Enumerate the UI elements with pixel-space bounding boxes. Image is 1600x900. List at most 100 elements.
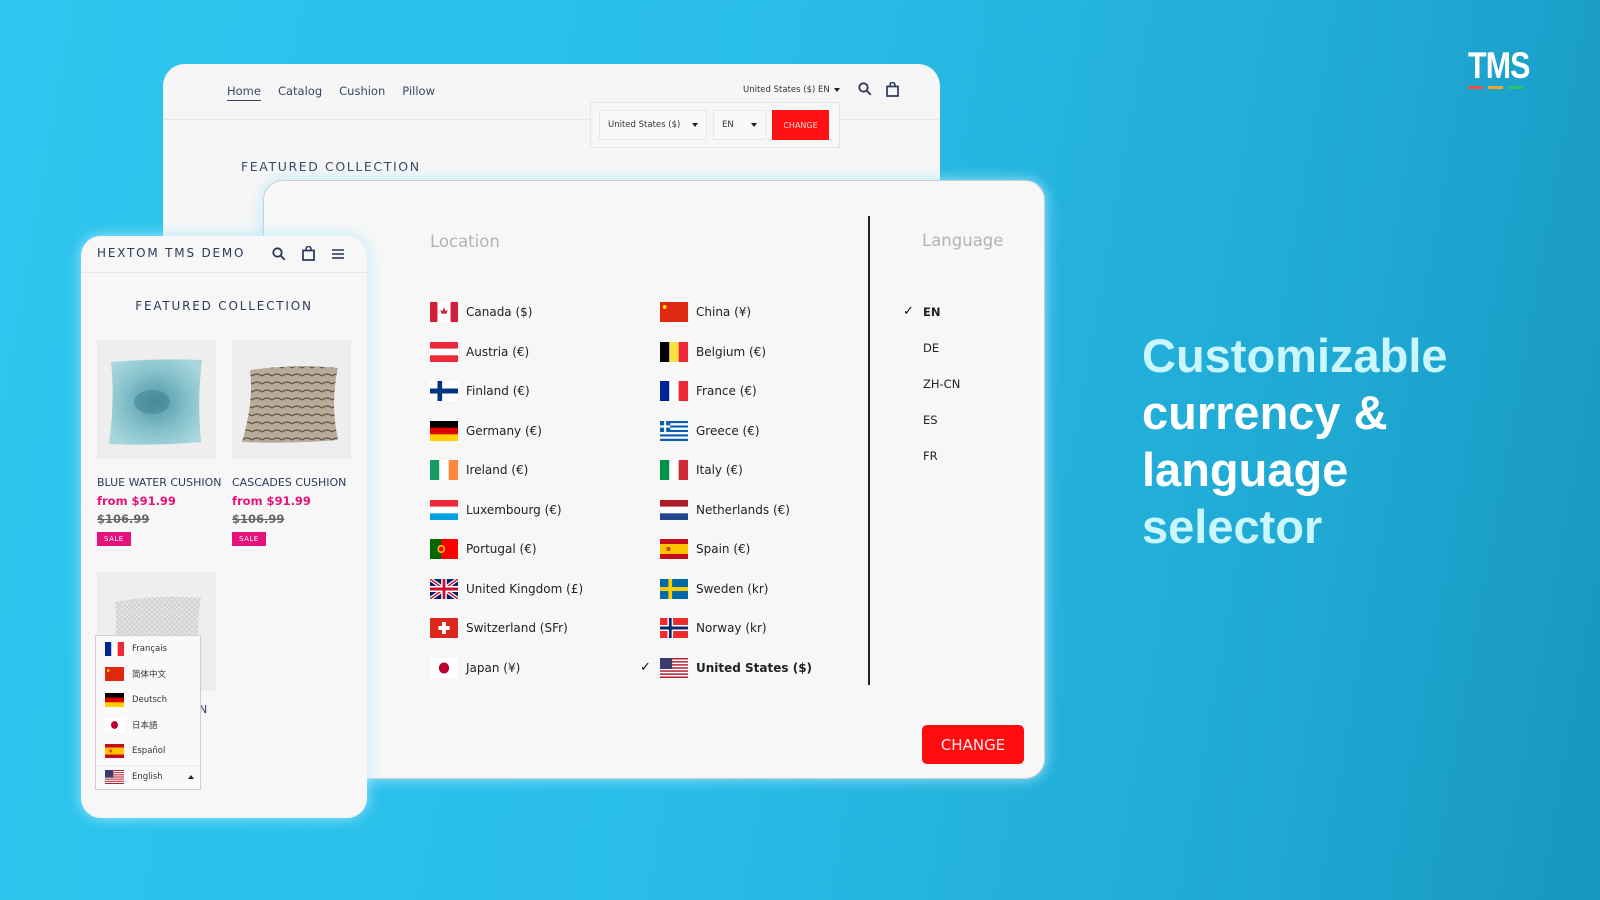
- country-option[interactable]: Japan (¥): [430, 657, 520, 678]
- product-image-blue-water[interactable]: [97, 340, 216, 459]
- language-option-label: 简体中文: [132, 670, 167, 681]
- language-option[interactable]: ES: [923, 413, 938, 427]
- country-label: France (€): [696, 384, 757, 398]
- country-option[interactable]: China (¥): [660, 302, 751, 322]
- language-option-label: 日本語: [132, 721, 158, 732]
- nav-pillow[interactable]: Pillow: [402, 84, 435, 101]
- flag-gr-icon: [660, 420, 688, 441]
- flag-ch-icon: [430, 618, 458, 638]
- language-dropdown-option[interactable]: 日本語: [105, 718, 200, 733]
- country-option[interactable]: Canada ($): [430, 302, 532, 322]
- country-option[interactable]: Switzerland (SFr): [430, 618, 568, 638]
- country-option[interactable]: Ireland (€): [430, 460, 528, 480]
- mobile-header-divider: [81, 272, 367, 273]
- flag-gb-icon: [430, 578, 458, 599]
- search-icon[interactable]: [272, 246, 286, 261]
- country-label: Luxembourg (€): [466, 502, 562, 517]
- mobile-header-icons: [272, 246, 345, 261]
- flag-us-icon: [660, 657, 688, 678]
- language-option[interactable]: ZH-CN: [923, 377, 960, 391]
- featured-collection-title: FEATURED COLLECTION: [241, 159, 421, 174]
- selected-check-icon: ✓: [640, 659, 651, 675]
- change-button[interactable]: CHANGE: [922, 725, 1024, 764]
- country-option[interactable]: Luxembourg (€): [430, 499, 562, 520]
- language-dropdown-current[interactable]: English: [96, 765, 200, 784]
- cart-bag-icon[interactable]: [302, 246, 315, 261]
- selector-label: United States ($) EN: [743, 85, 830, 95]
- language-option[interactable]: DE: [923, 341, 939, 355]
- product-image-cascades[interactable]: [232, 340, 351, 459]
- main-nav: Home Catalog Cushion Pillow: [227, 84, 435, 101]
- country-option[interactable]: France (€): [660, 381, 757, 401]
- language-dropdown-option[interactable]: Español: [105, 743, 200, 758]
- country-label: Finland (€): [466, 384, 530, 398]
- currency-language-modal: Location Language Canada ($) China (¥) Aus…: [263, 180, 1045, 779]
- flag-cn-icon: [105, 667, 124, 682]
- country-label: Belgium (€): [696, 344, 767, 359]
- country-option[interactable]: Finland (€): [430, 381, 530, 401]
- product-card[interactable]: BLUE WATER CUSHION from $91.99 $106.99 S…: [97, 340, 222, 546]
- country-label: Germany (€): [466, 423, 542, 438]
- language-dropdown-option[interactable]: 简体中文: [105, 667, 200, 682]
- nav-catalog[interactable]: Catalog: [278, 84, 322, 101]
- flag-fi-icon: [430, 381, 458, 401]
- search-icon[interactable]: [858, 82, 872, 96]
- flag-lu-icon: [430, 499, 458, 520]
- flag-es-icon: [105, 743, 124, 758]
- logo-text: TMS: [1468, 45, 1530, 86]
- headline: Customizable currency & language selecto…: [1142, 327, 1448, 555]
- tms-logo: TMS: [1468, 47, 1543, 89]
- store-brand: HEXTOM TMS DEMO: [97, 246, 246, 260]
- language-dropdown-option[interactable]: Français: [105, 642, 200, 656]
- logo-bar-orange: [1488, 86, 1503, 89]
- language-title: Language: [922, 231, 1004, 250]
- country-option[interactable]: Germany (€): [430, 420, 542, 441]
- nav-cushion[interactable]: Cushion: [339, 84, 385, 101]
- language-option[interactable]: EN: [923, 305, 940, 319]
- cart-bag-icon[interactable]: [886, 82, 899, 97]
- country-label: Netherlands (€): [696, 502, 790, 517]
- flag-us-icon: [105, 770, 124, 784]
- country-option[interactable]: Belgium (€): [660, 341, 767, 362]
- language-select[interactable]: EN: [713, 110, 766, 140]
- language-dropdown-option[interactable]: Deutsch: [105, 692, 200, 707]
- product-name[interactable]: CASCADES CUSHION: [232, 476, 352, 489]
- column-divider: [868, 216, 870, 685]
- country-select[interactable]: United States ($): [599, 110, 707, 140]
- hamburger-menu-icon[interactable]: [331, 248, 345, 260]
- country-option[interactable]: Netherlands (€): [660, 499, 790, 520]
- country-label: Italy (€): [696, 463, 743, 477]
- product-original-price: $106.99: [232, 512, 285, 526]
- language-select-value: EN: [722, 120, 734, 130]
- country-option[interactable]: United States ($): [660, 657, 812, 678]
- flag-be-icon: [660, 341, 688, 362]
- country-option[interactable]: Italy (€): [660, 460, 743, 480]
- country-label: Austria (€): [466, 344, 530, 359]
- country-option[interactable]: Spain (€): [660, 539, 750, 559]
- nav-home[interactable]: Home: [227, 84, 261, 101]
- currency-language-toggle[interactable]: United States ($) EN: [743, 85, 840, 95]
- header-icons: [858, 82, 899, 97]
- flag-nl-icon: [660, 499, 688, 520]
- caret-down-icon: [833, 88, 840, 92]
- product-card[interactable]: CASCADES CUSHION from $91.99 $106.99 SAL…: [232, 340, 352, 546]
- country-option[interactable]: Greece (€): [660, 420, 760, 441]
- flag-ie-icon: [430, 460, 458, 480]
- flag-se-icon: [660, 578, 688, 599]
- country-option[interactable]: United Kingdom (£): [430, 578, 583, 599]
- popover-change-button[interactable]: CHANGE: [772, 110, 829, 140]
- language-option-label: Español: [132, 745, 166, 756]
- caret-up-icon: [188, 775, 194, 779]
- product-name[interactable]: BLUE WATER CUSHION: [97, 476, 222, 489]
- country-option[interactable]: Norway (kr): [660, 618, 767, 638]
- product-price: from $91.99: [232, 494, 311, 508]
- country-option[interactable]: Sweden (kr): [660, 578, 768, 599]
- language-option[interactable]: FR: [923, 449, 938, 463]
- product-original-price: $106.99: [97, 512, 150, 526]
- flag-es-icon: [660, 539, 688, 559]
- country-option[interactable]: Portugal (€): [430, 539, 537, 559]
- country-option[interactable]: Austria (€): [430, 341, 530, 362]
- headline-line: selector: [1142, 500, 1323, 553]
- sale-badge: SALE: [97, 532, 131, 546]
- flag-de-icon: [105, 692, 124, 707]
